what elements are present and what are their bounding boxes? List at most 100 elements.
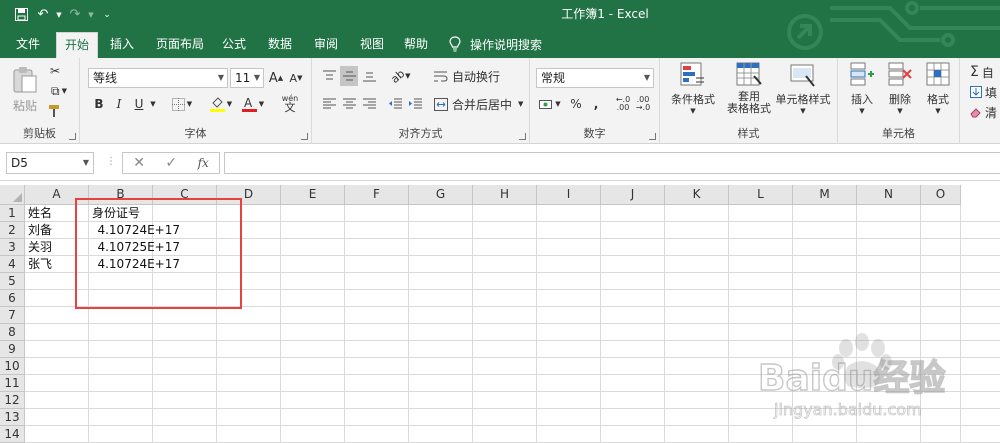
font-size-select[interactable]: 11 ▼: [230, 68, 264, 88]
formula-bar-grip-icon[interactable]: ⋮: [106, 156, 116, 167]
column-header-f[interactable]: F: [345, 185, 409, 205]
fill-color-button[interactable]: ▼: [206, 94, 236, 114]
font-color-button[interactable]: A ▼: [238, 94, 268, 114]
format-cells-label: 格式: [927, 93, 949, 106]
alignment-launcher-icon[interactable]: [519, 133, 526, 140]
decrease-decimal-icon[interactable]: .00 →.0: [634, 94, 652, 114]
copy-icon[interactable]: ⧉ ▼: [46, 82, 72, 100]
increase-font-size-icon[interactable]: A ▲: [267, 68, 285, 88]
underline-button[interactable]: U: [130, 94, 148, 114]
cell-a2[interactable]: 刘备: [28, 222, 52, 239]
align-bottom-icon[interactable]: [360, 66, 378, 86]
row-header-2[interactable]: 2: [0, 222, 25, 239]
editing-group: Σ自 填 清: [960, 58, 1000, 144]
wrap-text-button[interactable]: 自动换行: [434, 66, 524, 86]
tab-data[interactable]: 数据: [260, 32, 300, 58]
bold-button[interactable]: B: [90, 94, 108, 114]
cell-a4[interactable]: 张飞: [28, 256, 52, 273]
align-top-icon[interactable]: [320, 66, 338, 86]
merge-center-button[interactable]: 合并后居中 ▼: [434, 94, 526, 114]
conditional-format-button[interactable]: 条件格式 ▼: [666, 62, 720, 120]
format-painter-icon[interactable]: [46, 102, 64, 120]
row-header-14[interactable]: 14: [0, 426, 25, 443]
row-header-4[interactable]: 4: [0, 256, 25, 273]
tab-file[interactable]: 文件: [8, 32, 48, 58]
row-header-5[interactable]: 5: [0, 273, 25, 290]
column-header-h[interactable]: H: [473, 185, 537, 205]
clear-label: 清: [985, 105, 998, 120]
number-format-select[interactable]: 常规 ▼: [536, 68, 654, 88]
tab-help[interactable]: 帮助: [396, 32, 436, 58]
select-all-button[interactable]: [0, 185, 25, 205]
tab-formulas[interactable]: 公式: [214, 32, 254, 58]
font-launcher-icon[interactable]: [301, 133, 308, 140]
column-gridline: [664, 205, 665, 443]
row-header-6[interactable]: 6: [0, 290, 25, 307]
column-header-o[interactable]: O: [921, 185, 961, 205]
insert-cells-button[interactable]: 插入 ▼: [844, 62, 880, 120]
increase-decimal-icon[interactable]: ←.0.00: [614, 94, 632, 114]
font-group-label: 字体: [184, 127, 207, 140]
cancel-icon[interactable]: ✕: [133, 155, 145, 171]
cell-styles-button[interactable]: 单元格样式 ▼: [772, 62, 834, 120]
fill-color-icon: [209, 97, 225, 112]
cut-icon[interactable]: ✂: [46, 62, 64, 80]
accounting-format-icon[interactable]: ▼: [536, 94, 564, 114]
phonetic-button[interactable]: wén 文: [274, 92, 306, 114]
row-header-3[interactable]: 3: [0, 239, 25, 256]
enter-icon[interactable]: ✓: [165, 155, 177, 171]
formula-controls: ✕ ✓ fx: [122, 152, 220, 174]
align-center-icon[interactable]: [340, 94, 358, 114]
tell-me-search[interactable]: 操作说明搜索: [448, 32, 542, 56]
borders-button[interactable]: ▼: [168, 94, 196, 114]
align-middle-icon[interactable]: [340, 66, 358, 86]
name-box[interactable]: D5 ▼: [6, 152, 94, 174]
formula-input[interactable]: [224, 152, 1000, 174]
row-header-12[interactable]: 12: [0, 392, 25, 409]
format-cells-button[interactable]: 格式 ▼: [920, 62, 956, 120]
align-right-icon[interactable]: [360, 94, 378, 114]
paste-button[interactable]: 粘贴: [8, 62, 42, 118]
column-header-e[interactable]: E: [281, 185, 345, 205]
format-as-table-button[interactable]: 套用 表格格式: [722, 62, 776, 120]
insert-function-button[interactable]: fx: [198, 156, 209, 170]
tab-page-layout[interactable]: 页面布局: [148, 32, 212, 58]
orientation-icon[interactable]: ab ▼: [388, 66, 414, 86]
increase-indent-icon[interactable]: [406, 94, 424, 114]
font-color-icon: A: [241, 96, 257, 112]
decrease-font-size-icon[interactable]: A ▼: [287, 68, 305, 88]
column-header-l[interactable]: L: [729, 185, 793, 205]
delete-cells-button[interactable]: 删除 ▼: [882, 62, 918, 120]
column-header-m[interactable]: M: [793, 185, 857, 205]
row-header-13[interactable]: 13: [0, 409, 25, 426]
row-header-9[interactable]: 9: [0, 341, 25, 358]
align-left-icon[interactable]: [320, 94, 338, 114]
column-header-n[interactable]: N: [857, 185, 921, 205]
row-header-10[interactable]: 10: [0, 358, 25, 375]
autosum-button[interactable]: Σ自: [970, 62, 1000, 82]
row-header-8[interactable]: 8: [0, 324, 25, 341]
cell-a3[interactable]: 关羽: [28, 239, 52, 256]
column-header-k[interactable]: K: [665, 185, 729, 205]
italic-button[interactable]: I: [110, 94, 128, 114]
underline-dropdown-icon[interactable]: ▼: [148, 94, 158, 114]
tab-view[interactable]: 视图: [352, 32, 392, 58]
comma-button[interactable]: ,: [588, 94, 604, 114]
tab-review[interactable]: 审阅: [306, 32, 346, 58]
column-header-j[interactable]: J: [601, 185, 665, 205]
number-launcher-icon[interactable]: [649, 133, 656, 140]
decrease-indent-icon[interactable]: [386, 94, 404, 114]
cell-a1[interactable]: 姓名: [28, 205, 52, 222]
clear-button[interactable]: 清: [970, 102, 1000, 122]
column-header-g[interactable]: G: [409, 185, 473, 205]
percent-button[interactable]: %: [568, 94, 584, 114]
column-header-i[interactable]: I: [537, 185, 601, 205]
row-header-1[interactable]: 1: [0, 205, 25, 222]
row-header-7[interactable]: 7: [0, 307, 25, 324]
font-name-select[interactable]: 等线 ▼: [88, 68, 228, 88]
fill-button[interactable]: 填: [970, 82, 1000, 102]
row-header-11[interactable]: 11: [0, 375, 25, 392]
clipboard-launcher-icon[interactable]: [69, 133, 76, 140]
tab-insert[interactable]: 插入: [102, 32, 142, 58]
tab-home[interactable]: 开始: [56, 32, 99, 58]
